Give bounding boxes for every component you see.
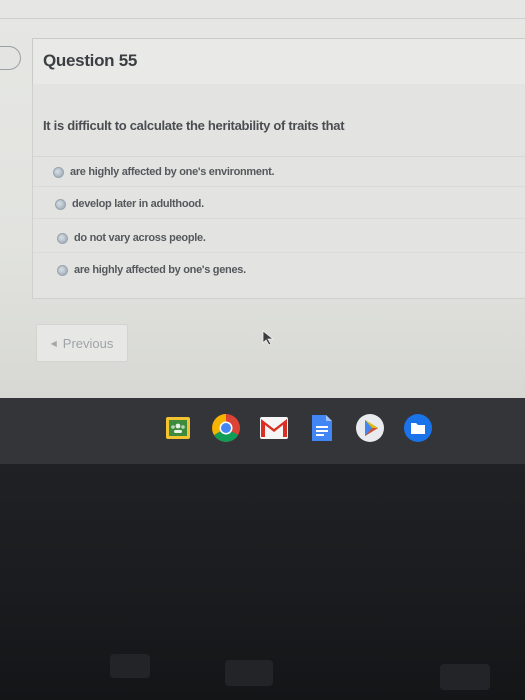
question-header: Question 55: [32, 38, 525, 86]
chrome-icon[interactable]: [210, 412, 242, 444]
mouse-cursor-icon: [262, 330, 275, 346]
question-title: Question 55: [43, 51, 138, 70]
google-play-icon[interactable]: [354, 412, 386, 444]
answer-option-2[interactable]: develop later in adulthood.: [55, 192, 204, 216]
answer-option-3[interactable]: do not vary across people.: [57, 226, 206, 250]
keyboard-key: [110, 654, 150, 678]
option-divider: [33, 252, 525, 253]
gmail-icon[interactable]: [258, 412, 290, 444]
option-divider: [33, 186, 525, 187]
previous-button-label: Previous: [62, 335, 114, 351]
chevron-left-icon: ◀: [50, 338, 57, 348]
top-divider: [0, 18, 525, 19]
question-prompt: It is difficult to calculate the heritab…: [43, 118, 345, 133]
radio-button[interactable]: [57, 232, 68, 244]
answer-option-4[interactable]: are highly affected by one's genes.: [57, 258, 246, 282]
laptop-bezel: [0, 464, 525, 700]
prompt-divider: [33, 156, 525, 157]
radio-button[interactable]: [57, 264, 68, 276]
answer-option-label: are highly affected by one's genes.: [74, 264, 246, 276]
sidebar-toggle[interactable]: [0, 46, 21, 70]
option-divider: [33, 218, 525, 219]
files-icon[interactable]: [402, 412, 434, 444]
app-dock: [162, 412, 434, 444]
keyboard-key: [440, 664, 490, 690]
answer-option-1[interactable]: are highly affected by one's environment…: [53, 160, 275, 184]
question-body: It is difficult to calculate the heritab…: [32, 84, 525, 299]
answer-option-label: develop later in adulthood.: [72, 198, 204, 210]
google-docs-icon[interactable]: [306, 412, 338, 444]
chromeos-shelf: [0, 398, 525, 464]
browser-viewport: Question 55 It is difficult to calculate…: [0, 0, 525, 398]
answer-option-label: are highly affected by one's environment…: [70, 166, 275, 178]
radio-button[interactable]: [53, 166, 64, 178]
keyboard-key: [225, 660, 273, 686]
answer-option-label: do not vary across people.: [74, 232, 206, 244]
google-classroom-icon[interactable]: [162, 412, 194, 444]
previous-button[interactable]: ◀ Previous: [36, 324, 128, 362]
radio-button[interactable]: [55, 198, 66, 210]
